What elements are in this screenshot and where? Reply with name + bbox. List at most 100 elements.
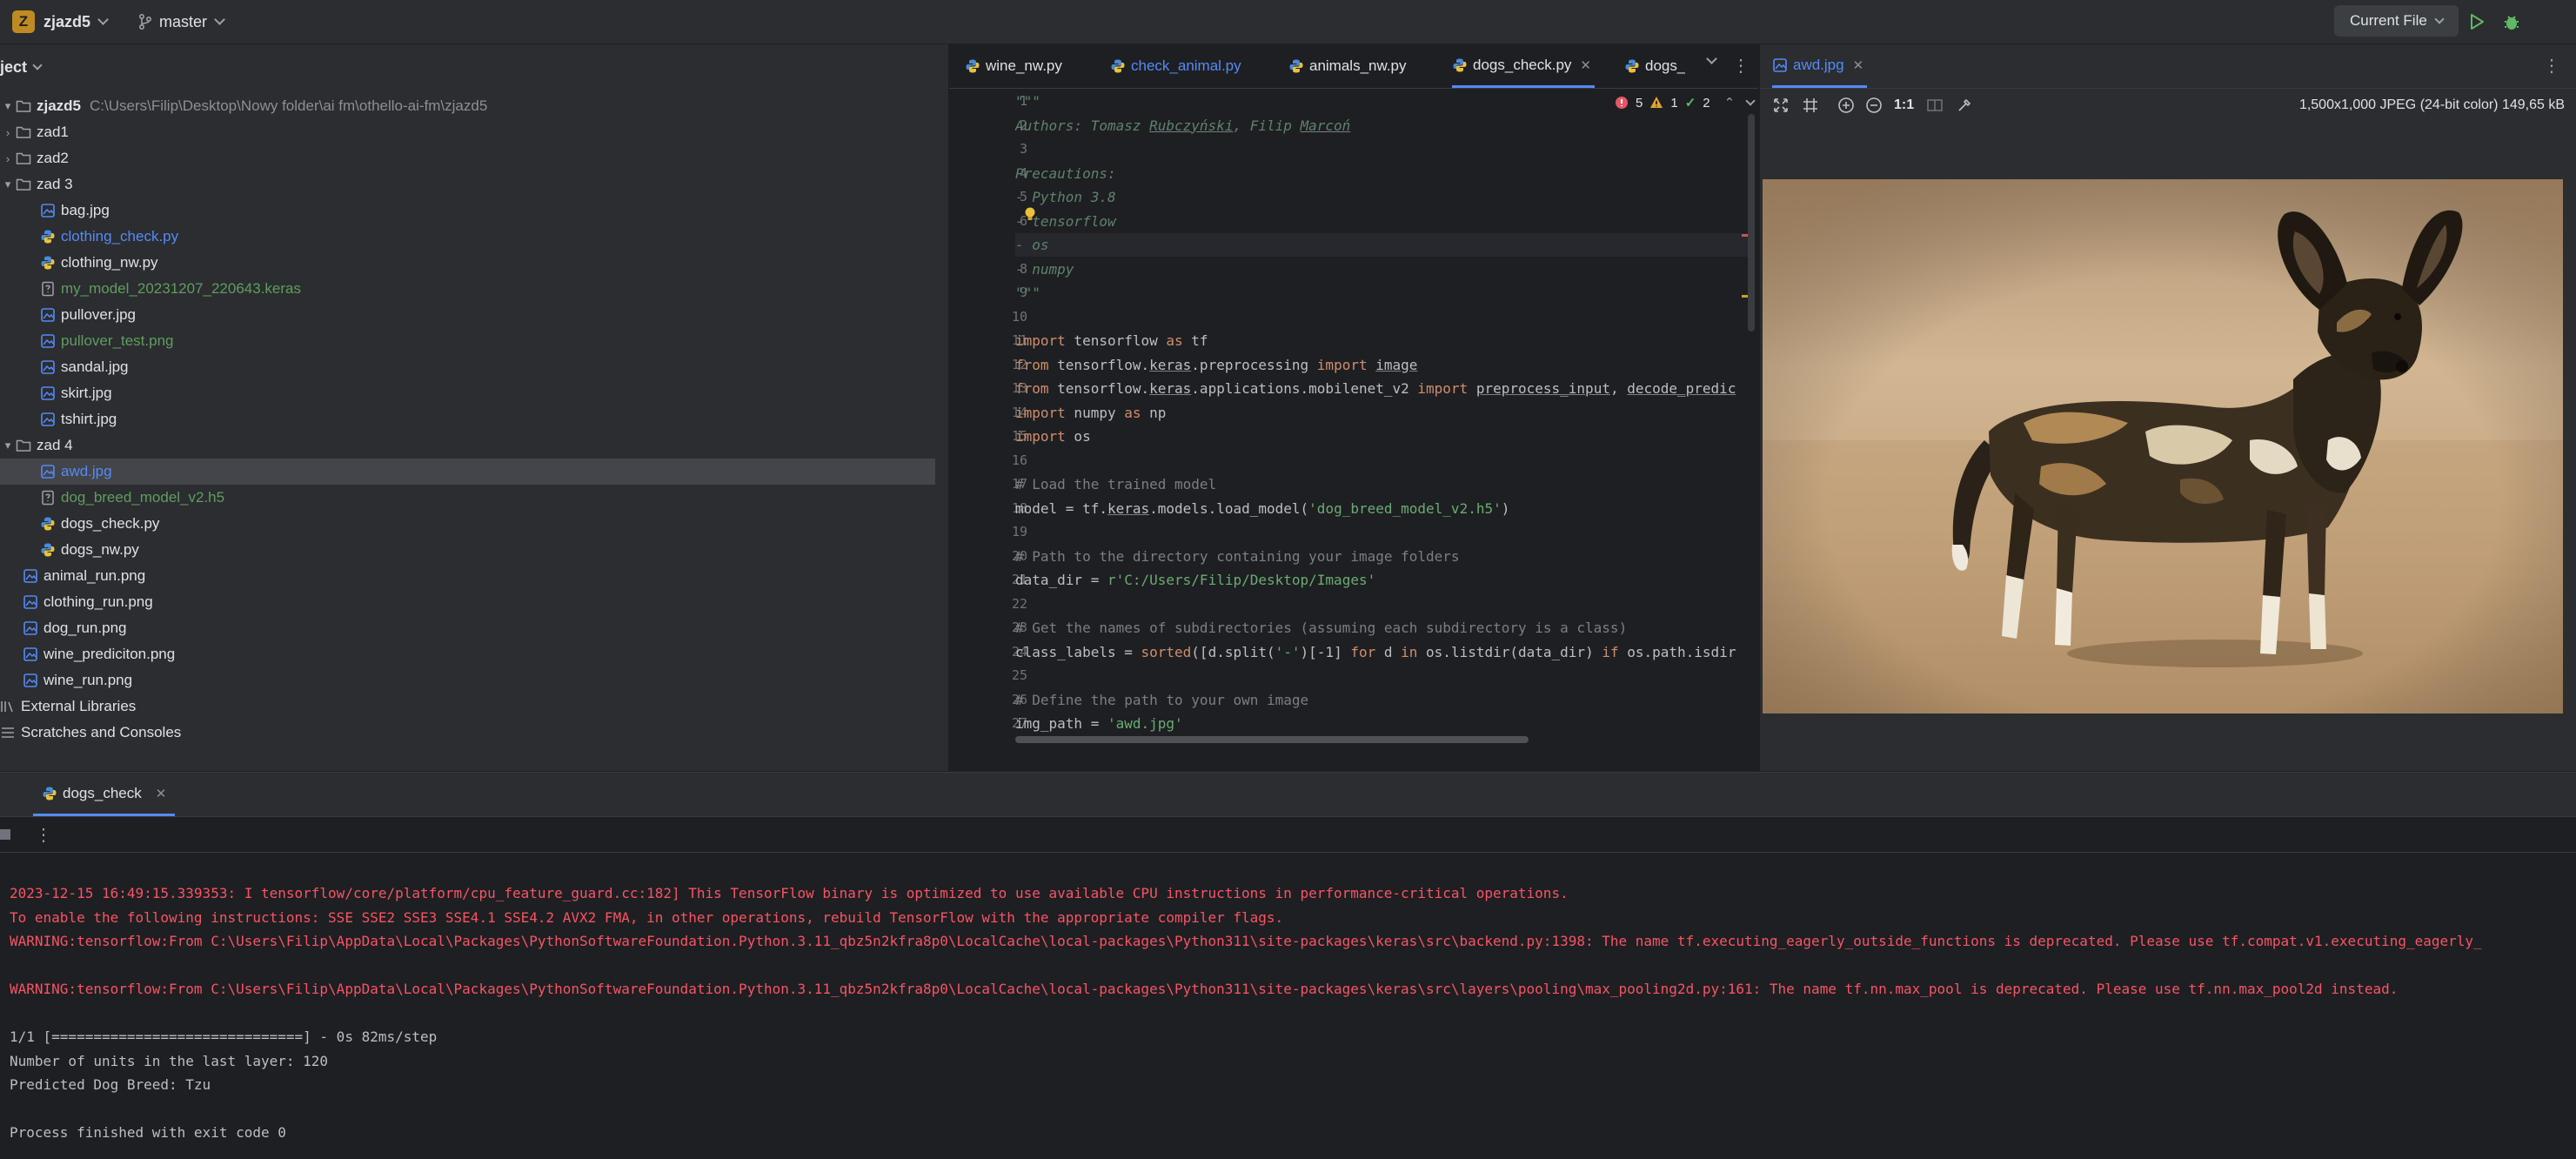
tree-file[interactable]: skirt.jpg bbox=[0, 380, 935, 406]
chevron-down-icon[interactable]: ▾ bbox=[0, 99, 16, 113]
tree-item-label: zad2 bbox=[37, 150, 69, 166]
tab-dogs-nw[interactable]: dogs_ bbox=[1624, 44, 1685, 88]
tab-awd-jpg[interactable]: awd.jpg ✕ bbox=[1772, 44, 1868, 88]
code-area[interactable]: """ Authors: Tomasz Rubczyński, Filip Mar… bbox=[1015, 90, 1755, 734]
horizontal-scrollbar[interactable] bbox=[1015, 736, 1529, 743]
python-file-icon bbox=[43, 787, 57, 800]
close-icon[interactable]: ✕ bbox=[156, 786, 167, 801]
color-picker-icon[interactable] bbox=[1956, 97, 1973, 114]
image-file-icon bbox=[1773, 57, 1787, 72]
tree-file[interactable]: tshirt.jpg bbox=[0, 406, 935, 432]
viewer-tabs: awd.jpg ✕ ⋮ bbox=[1760, 44, 2576, 89]
tab-dogs-check[interactable]: dogs_check.py ✕ bbox=[1452, 44, 1595, 88]
tree-file[interactable]: clothing_nw.py bbox=[0, 250, 935, 276]
unknown-file-icon bbox=[42, 281, 54, 297]
tree-item-label: wine_run.png bbox=[43, 672, 133, 688]
dog-photo bbox=[1763, 179, 2563, 713]
chevron-right-icon[interactable]: › bbox=[0, 126, 16, 139]
zoom-out-icon[interactable] bbox=[1864, 96, 1883, 115]
grid-icon[interactable] bbox=[1802, 97, 1819, 114]
tree-folder[interactable]: › zad2 bbox=[0, 145, 935, 171]
tabs-overflow-chevron-icon[interactable] bbox=[1706, 53, 1717, 64]
tree-item-label: clothing_nw.py bbox=[61, 254, 158, 271]
tree-file[interactable]: dogs_nw.py bbox=[0, 537, 935, 563]
tree-file[interactable]: dogs_check.py bbox=[0, 511, 935, 537]
tree-file[interactable]: clothing_check.py bbox=[0, 224, 935, 250]
chevron-right-icon[interactable]: › bbox=[0, 152, 16, 165]
project-badge[interactable]: Z bbox=[12, 10, 35, 33]
python-file-icon bbox=[41, 543, 55, 557]
tree-file[interactable]: my_model_20231207_220643.keras bbox=[0, 276, 935, 302]
vertical-scrollbar[interactable] bbox=[1748, 114, 1755, 332]
stop-icon[interactable] bbox=[0, 829, 10, 840]
tab-label: dogs_ bbox=[1645, 57, 1685, 74]
chevron-down-icon[interactable] bbox=[32, 59, 43, 70]
tree-folder[interactable]: › zad1 bbox=[0, 119, 935, 145]
folder-icon bbox=[16, 126, 31, 138]
python-file-icon bbox=[1289, 59, 1303, 73]
chevron-down-icon[interactable]: ▾ bbox=[0, 178, 16, 191]
tree-file[interactable]: dog_run.png bbox=[0, 615, 935, 641]
background-toggle-icon[interactable] bbox=[1926, 97, 1944, 114]
project-name[interactable]: zjazd5 bbox=[43, 13, 90, 31]
more-vertical-icon[interactable]: ⋮ bbox=[2543, 55, 2560, 77]
tree-file[interactable]: bag.jpg bbox=[0, 198, 935, 224]
tree-file[interactable]: dog_breed_model_v2.h5 bbox=[0, 485, 935, 511]
branch-name[interactable]: master bbox=[159, 13, 207, 31]
tree-item-label: zad1 bbox=[37, 124, 69, 140]
tree-root-path: C:\Users\Filip\Desktop\Nowy folder\ai fm… bbox=[90, 97, 488, 114]
library-icon bbox=[1, 701, 13, 713]
project-panel-header[interactable]: ject bbox=[0, 44, 948, 90]
python-file-icon bbox=[41, 517, 55, 531]
zoom-in-icon[interactable] bbox=[1837, 96, 1856, 115]
tree-folder[interactable]: ▾ zad 4 bbox=[0, 432, 935, 459]
python-file-icon bbox=[1111, 59, 1125, 73]
tree-item-label: clothing_check.py bbox=[61, 228, 179, 245]
python-file-icon bbox=[41, 256, 55, 270]
more-vertical-icon[interactable]: ⋮ bbox=[35, 824, 52, 846]
run-config-selector[interactable]: Current File bbox=[2334, 5, 2459, 37]
lightbulb-icon[interactable] bbox=[1023, 206, 1037, 222]
fit-zoom-icon[interactable] bbox=[1772, 97, 1790, 114]
tree-root[interactable]: ▾ zjazd5 C:\Users\Filip\Desktop\Nowy fol… bbox=[0, 93, 935, 119]
close-icon[interactable]: ✕ bbox=[1853, 57, 1864, 73]
image-file-icon bbox=[41, 204, 55, 218]
code-line: # Load the trained model bbox=[1015, 476, 1217, 492]
python-file-icon bbox=[41, 230, 55, 244]
chevron-down-icon[interactable]: ▾ bbox=[0, 439, 16, 452]
tab-animals-nw[interactable]: animals_nw.py bbox=[1288, 44, 1407, 88]
tree-item-label: dog_breed_model_v2.h5 bbox=[61, 489, 225, 506]
tab-check-animal[interactable]: check_animal.py bbox=[1110, 44, 1241, 88]
tree-file[interactable]: pullover_test.png bbox=[0, 328, 935, 354]
chevron-down-icon[interactable] bbox=[214, 14, 225, 25]
project-panel: ject ▾ zjazd5 C:\Users\Filip\Desktop\Now… bbox=[0, 44, 949, 771]
tab-wine-nw[interactable]: wine_nw.py bbox=[965, 44, 1062, 88]
run-config-label: Current File bbox=[2350, 12, 2427, 29]
chevron-down-icon[interactable] bbox=[97, 14, 109, 25]
tree-file[interactable]: awd.jpg bbox=[0, 459, 935, 485]
tree-file[interactable]: wine_run.png bbox=[0, 667, 935, 693]
tree-file[interactable]: sandal.jpg bbox=[0, 354, 935, 380]
african-wild-dog-image bbox=[1763, 179, 2563, 713]
title-bar: Z zjazd5 master Current File bbox=[0, 0, 2576, 44]
run-panel: dogs_check ✕ ⋮ 2023-12-15 16:49:15.33935… bbox=[0, 772, 2576, 1159]
tree-item-label: pullover_test.png bbox=[61, 332, 174, 349]
tree-scratches[interactable]: Scratches and Consoles bbox=[0, 720, 935, 746]
tree-file[interactable]: animal_run.png bbox=[0, 563, 935, 589]
close-icon[interactable]: ✕ bbox=[1580, 57, 1591, 73]
tree-file[interactable]: wine_prediciton.png bbox=[0, 641, 935, 667]
scratches-icon bbox=[2, 727, 14, 738]
tree-file[interactable]: clothing_run.png bbox=[0, 589, 935, 615]
code-line: img_path = 'awd.jpg' bbox=[1015, 715, 1183, 732]
run-icon[interactable] bbox=[2465, 10, 2487, 33]
tree-item-label: Scratches and Consoles bbox=[21, 724, 182, 740]
console-line: 2023-12-15 16:49:15.339353: I tensorflow… bbox=[10, 885, 1569, 901]
actual-size-button[interactable]: 1:1 bbox=[1894, 97, 1914, 113]
more-vertical-icon[interactable]: ⋮ bbox=[1732, 55, 1750, 77]
tree-folder[interactable]: ▾ zad 3 bbox=[0, 171, 935, 198]
debug-icon[interactable] bbox=[2500, 10, 2523, 33]
tree-file[interactable]: pullover.jpg bbox=[0, 302, 935, 328]
tree-external-libraries[interactable]: External Libraries bbox=[0, 693, 935, 720]
run-tab-dogs-check[interactable]: dogs_check ✕ bbox=[33, 773, 176, 816]
folder-icon bbox=[16, 152, 31, 164]
